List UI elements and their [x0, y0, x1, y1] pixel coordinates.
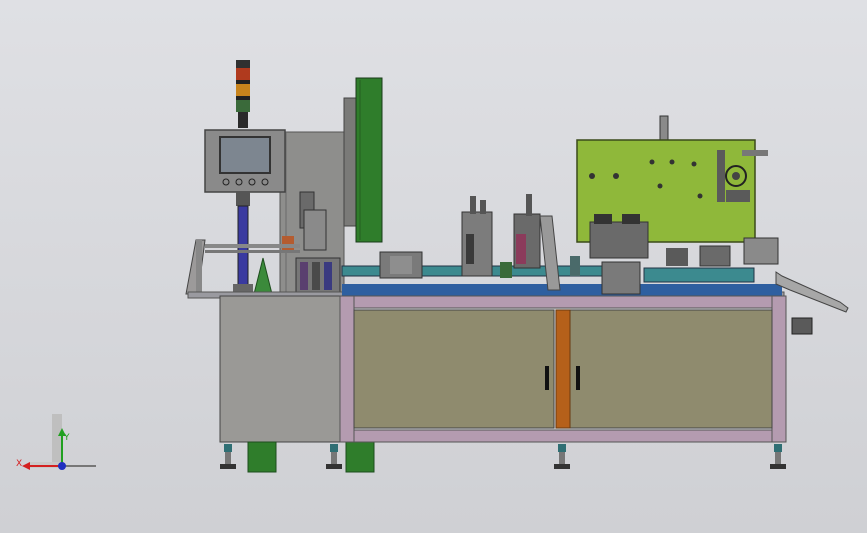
main-frame [339, 295, 787, 443]
coordinate-triad: Y X [16, 414, 96, 470]
z-axis-dot [58, 462, 66, 470]
cad-viewport[interactable]: Y X [0, 0, 867, 533]
signal-tower [236, 60, 250, 128]
hmi-panel [204, 129, 286, 193]
blue-column [233, 192, 253, 294]
x-axis-label: X [16, 459, 22, 469]
green-reel [343, 77, 383, 243]
y-axis-label: Y [63, 433, 70, 443]
machine-drawing: Y X [16, 60, 849, 473]
leveling-feet [220, 444, 786, 469]
